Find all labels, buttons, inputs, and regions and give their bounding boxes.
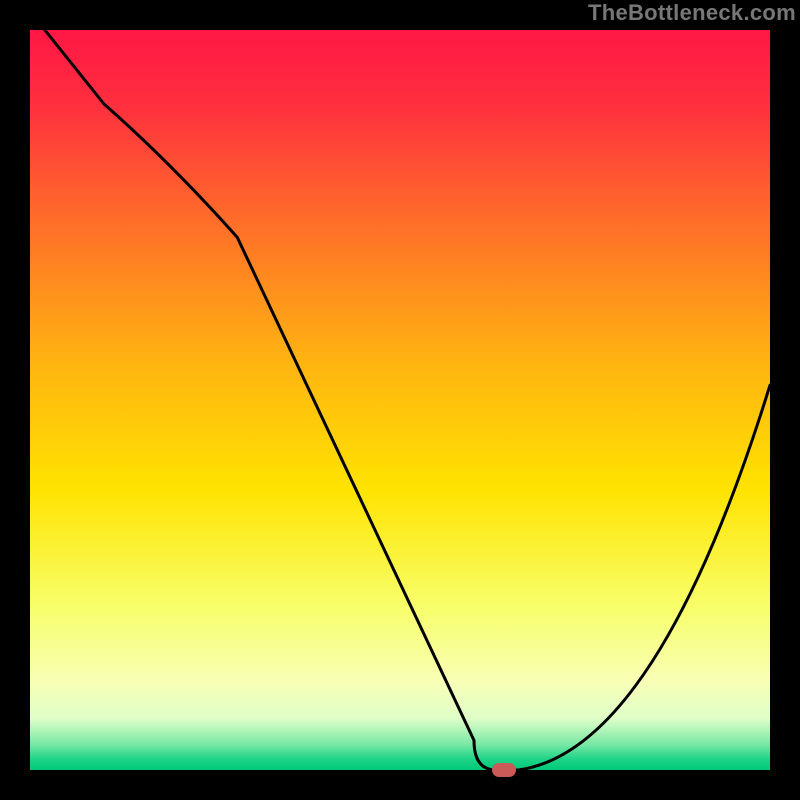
bottleneck-chart — [30, 30, 770, 770]
gradient-background — [30, 30, 770, 770]
plot-area — [30, 30, 770, 770]
optimal-point-marker — [492, 763, 516, 777]
chart-frame: TheBottleneck.com — [0, 0, 800, 800]
watermark-label: TheBottleneck.com — [588, 0, 796, 26]
